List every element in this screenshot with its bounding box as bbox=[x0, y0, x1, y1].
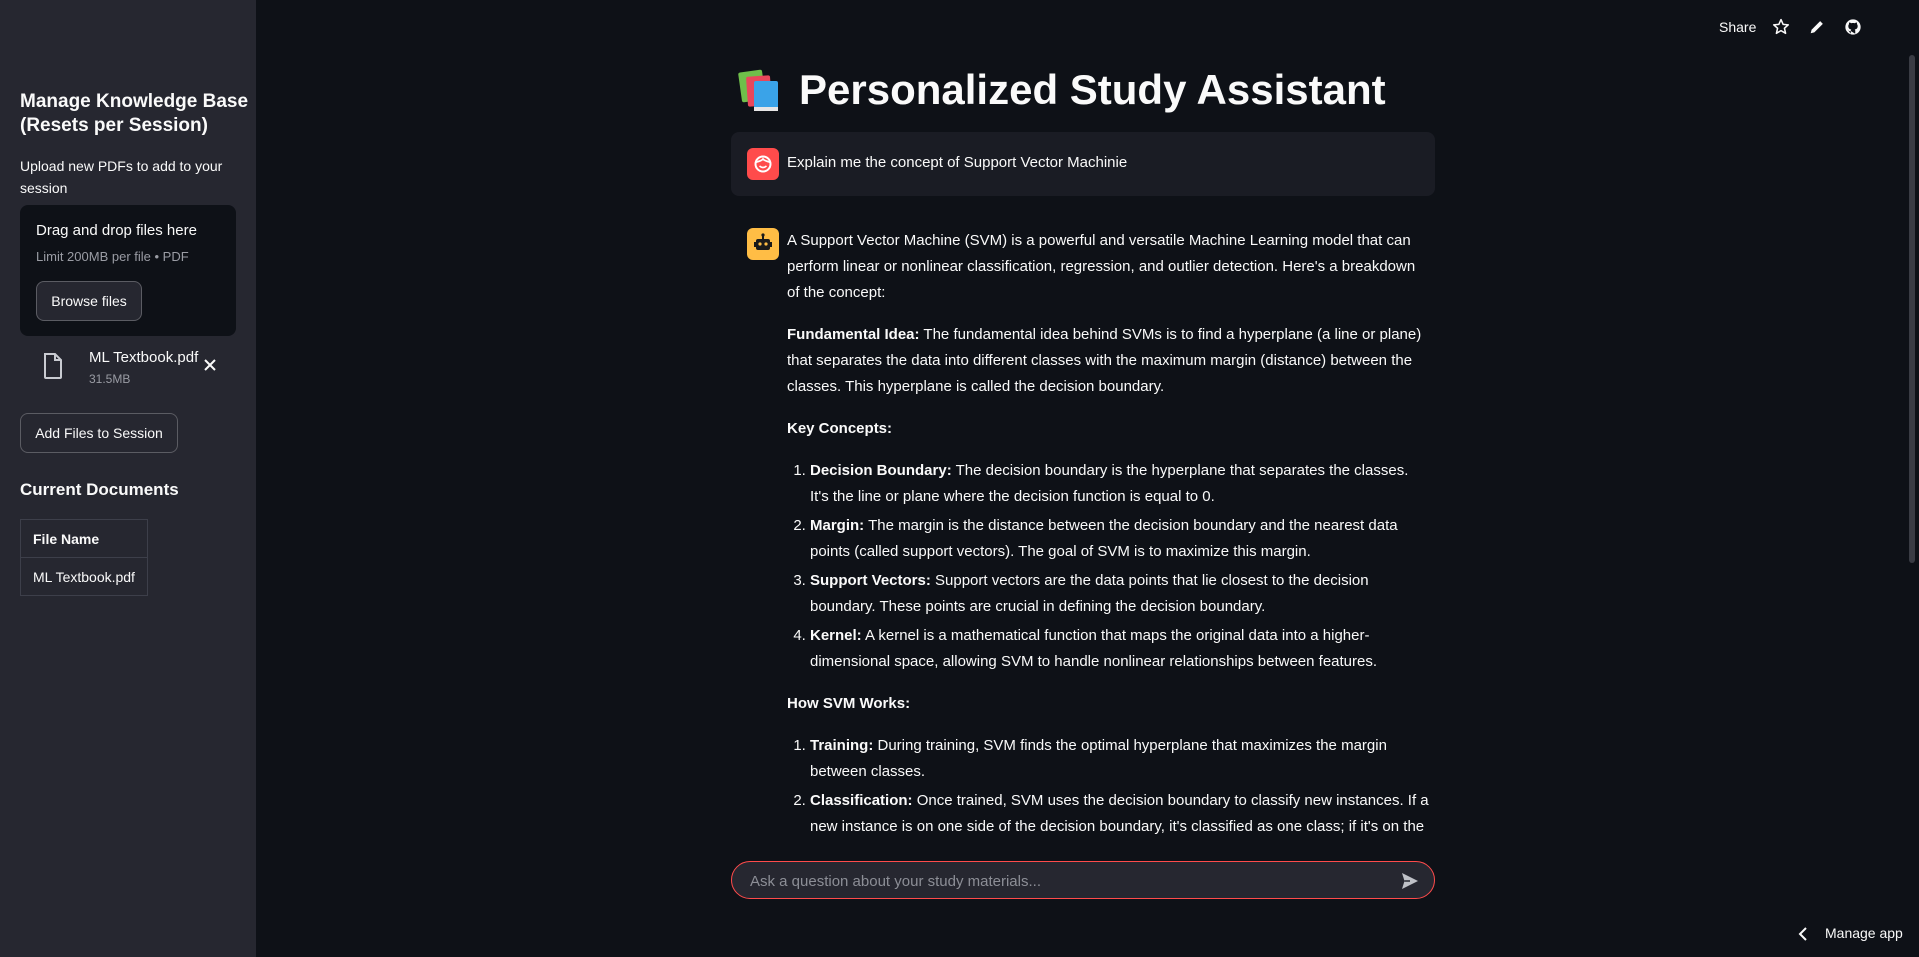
sidebar: Manage Knowledge Base (Resets per Sessio… bbox=[0, 0, 256, 957]
list-item-label: Decision Boundary: bbox=[810, 462, 952, 479]
list-item: Decision Boundary: The decision boundary… bbox=[810, 458, 1430, 510]
uploaded-file-name: ML Textbook.pdf bbox=[89, 349, 199, 366]
current-documents-heading: Current Documents bbox=[20, 480, 179, 499]
github-icon[interactable] bbox=[1844, 18, 1862, 36]
key-concepts-heading: Key Concepts: bbox=[787, 416, 1430, 442]
key-heading-text: Key Concepts: bbox=[787, 420, 893, 437]
browse-files-button[interactable]: Browse files bbox=[36, 281, 142, 321]
assistant-answer: A Support Vector Machine (SVM) is a powe… bbox=[787, 228, 1430, 845]
uploaded-file: ML Textbook.pdf 31.5MB bbox=[20, 345, 236, 390]
list-item-label: Classification: bbox=[810, 792, 913, 809]
scrollbar[interactable] bbox=[1909, 55, 1915, 563]
list-item: Kernel: A kernel is a mathematical funct… bbox=[810, 623, 1430, 675]
robot-icon bbox=[754, 233, 772, 250]
pencil-icon[interactable] bbox=[1808, 18, 1826, 36]
assistant-message: A Support Vector Machine (SVM) is a powe… bbox=[731, 218, 1435, 845]
fundamental-label: Fundamental Idea: bbox=[787, 326, 920, 343]
table-row: ML Textbook.pdf bbox=[20, 557, 148, 596]
list-item-text: During training, SVM finds the optimal h… bbox=[810, 737, 1387, 780]
uploaded-file-size: 31.5MB bbox=[89, 372, 131, 386]
chat-input-box bbox=[731, 861, 1435, 900]
answer-intro: A Support Vector Machine (SVM) is a powe… bbox=[787, 232, 1416, 301]
how-svm-works-heading: How SVM Works: bbox=[787, 691, 1430, 717]
list-item: Training: During training, SVM finds the… bbox=[810, 733, 1430, 785]
list-item-label: Kernel: bbox=[810, 627, 862, 644]
chat-input[interactable] bbox=[748, 862, 1372, 900]
send-icon[interactable] bbox=[1400, 871, 1420, 891]
chevron-left-icon[interactable] bbox=[1797, 926, 1809, 942]
list-item: Margin: The margin is the distance betwe… bbox=[810, 513, 1430, 565]
star-icon[interactable] bbox=[1772, 18, 1790, 36]
sidebar-title: Manage Knowledge Base (Resets per Sessio… bbox=[20, 91, 249, 136]
bot-avatar bbox=[747, 228, 779, 260]
user-avatar bbox=[747, 148, 779, 180]
answer-fundamental: Fundamental Idea: The fundamental idea b… bbox=[787, 322, 1430, 400]
table-cell: ML Textbook.pdf bbox=[20, 557, 148, 596]
list-item-label: Support Vectors: bbox=[810, 572, 931, 589]
user-message-text: Explain me the concept of Support Vector… bbox=[787, 154, 1128, 171]
file-icon bbox=[44, 353, 62, 379]
user-message: Explain me the concept of Support Vector… bbox=[731, 132, 1435, 196]
upload-caption: Upload new PDFs to add to your session bbox=[20, 158, 223, 196]
file-dropzone[interactable]: Drag and drop files here Limit 200MB per… bbox=[20, 205, 236, 336]
list-item-label: Margin: bbox=[810, 517, 865, 534]
manage-app-button[interactable]: Manage app bbox=[1825, 925, 1903, 941]
documents-table: File Name ML Textbook.pdf bbox=[20, 519, 148, 596]
list-item-label: Training: bbox=[810, 737, 874, 754]
dropzone-title: Drag and drop files here bbox=[36, 222, 197, 239]
how-svm-works-list: Training: During training, SVM finds the… bbox=[787, 733, 1430, 845]
list-item-text: A kernel is a mathematical function that… bbox=[810, 627, 1378, 670]
close-icon[interactable] bbox=[200, 355, 220, 375]
table-header: File Name bbox=[20, 519, 148, 558]
add-files-button[interactable]: Add Files to Session bbox=[20, 413, 178, 453]
how-heading-text: How SVM Works: bbox=[787, 695, 911, 712]
key-concepts-list: Decision Boundary: The decision boundary… bbox=[787, 458, 1430, 675]
page-title-text: Personalized Study Assistant bbox=[799, 66, 1386, 113]
list-item: Support Vectors: Support vectors are the… bbox=[810, 568, 1430, 620]
page-title: Personalized Study Assistant bbox=[737, 60, 1386, 120]
list-item-text: The margin is the distance between the d… bbox=[810, 517, 1398, 560]
list-item: Classification: Once trained, SVM uses t… bbox=[810, 788, 1430, 845]
books-icon bbox=[738, 69, 778, 111]
share-button[interactable]: Share bbox=[1719, 19, 1756, 35]
dropzone-limit: Limit 200MB per file • PDF bbox=[36, 249, 189, 264]
smiley-icon bbox=[754, 155, 772, 173]
